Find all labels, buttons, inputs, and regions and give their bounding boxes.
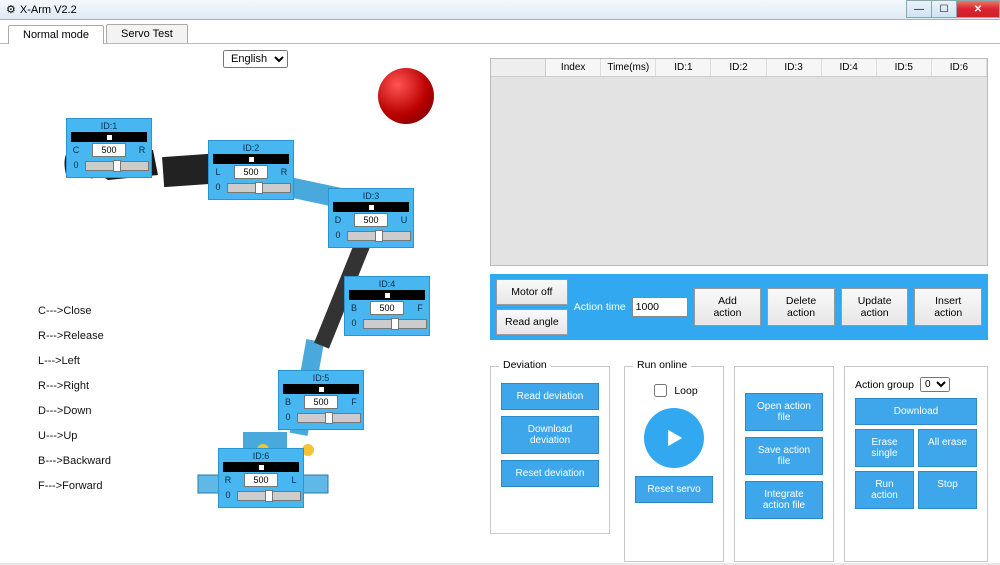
servo-2-value[interactable] — [234, 165, 268, 179]
run-action-button[interactable]: Run action — [855, 471, 914, 509]
run-online-group: Run online Loop Reset servo — [624, 366, 724, 562]
action-toolbar: Motor off Read angle Action time Add act… — [490, 274, 988, 340]
servo-id-label: ID:4 — [349, 279, 425, 289]
servo-2-slider[interactable] — [227, 183, 291, 193]
window-title: X-Arm V2.2 — [20, 4, 77, 16]
servo-id-label: ID:3 — [333, 191, 409, 201]
deviation-title: Deviation — [499, 359, 551, 371]
servo-5-slider[interactable] — [297, 413, 361, 423]
col-id2[interactable]: ID:2 — [711, 59, 766, 76]
minimize-button[interactable]: — — [906, 0, 932, 18]
action-time-label: Action time — [574, 301, 626, 313]
update-action-button[interactable]: Update action — [841, 288, 909, 326]
motor-off-button[interactable]: Motor off — [496, 279, 568, 305]
servo-id-label: ID:1 — [71, 121, 147, 131]
tab-bar: Normal mode Servo Test — [0, 20, 1000, 44]
action-table[interactable]: Index Time(ms) ID:1 ID:2 ID:3 ID:4 ID:5 … — [490, 58, 988, 266]
servo-control-3[interactable]: ID:3 DU 0 — [328, 188, 414, 248]
download-action-group-button[interactable]: Download — [855, 398, 977, 425]
servo-6-value[interactable] — [244, 473, 278, 487]
read-deviation-button[interactable]: Read deviation — [501, 383, 599, 410]
run-online-title: Run online — [633, 359, 691, 371]
servo-4-value[interactable] — [370, 301, 404, 315]
loop-checkbox-label[interactable]: Loop — [635, 381, 713, 400]
tab-normal-mode[interactable]: Normal mode — [8, 25, 104, 44]
servo-id-label: ID:5 — [283, 373, 359, 383]
servo-control-6[interactable]: ID:6 RL 0 — [218, 448, 304, 508]
servo-id-label: ID:2 — [213, 143, 289, 153]
col-id3[interactable]: ID:3 — [767, 59, 822, 76]
app-icon: ⚙ — [6, 3, 16, 16]
stop-button[interactable]: Stop — [918, 471, 977, 509]
action-group-label: Action group — [855, 379, 914, 391]
close-button[interactable]: ✕ — [956, 0, 1000, 18]
reset-deviation-button[interactable]: Reset deviation — [501, 460, 599, 487]
maximize-button[interactable]: ☐ — [931, 0, 957, 18]
servo-3-value[interactable] — [354, 213, 388, 227]
action-group-select[interactable]: 0 — [920, 377, 950, 392]
add-action-button[interactable]: Add action — [694, 288, 762, 326]
save-action-file-button[interactable]: Save action file — [745, 437, 823, 475]
loop-checkbox[interactable] — [654, 384, 667, 397]
col-id6[interactable]: ID:6 — [932, 59, 987, 76]
play-button[interactable] — [644, 408, 704, 468]
tab-servo-test[interactable]: Servo Test — [106, 24, 188, 43]
col-id5[interactable]: ID:5 — [877, 59, 932, 76]
window-titlebar: ⚙ X-Arm V2.2 — ☐ ✕ — [0, 0, 1000, 20]
servo-1-slider[interactable] — [85, 161, 149, 171]
servo-1-value[interactable] — [92, 143, 126, 157]
servo-id-label: ID:6 — [223, 451, 299, 461]
servo-6-slider[interactable] — [237, 491, 301, 501]
insert-action-button[interactable]: Insert action — [914, 288, 982, 326]
servo-5-value[interactable] — [304, 395, 338, 409]
all-erase-button[interactable]: All erase — [918, 429, 977, 467]
erase-single-button[interactable]: Erase single — [855, 429, 914, 467]
table-header-row: Index Time(ms) ID:1 ID:2 ID:3 ID:4 ID:5 … — [491, 59, 987, 77]
download-deviation-button[interactable]: Download deviation — [501, 416, 599, 454]
col-index[interactable]: Index — [546, 59, 601, 76]
integrate-action-file-button[interactable]: Integrate action file — [745, 481, 823, 519]
reset-servo-button[interactable]: Reset servo — [635, 476, 713, 503]
play-icon — [660, 424, 688, 452]
col-id4[interactable]: ID:4 — [822, 59, 877, 76]
servo-control-4[interactable]: ID:4 BF 0 — [344, 276, 430, 336]
deviation-group: Deviation Read deviation Download deviat… — [490, 366, 610, 534]
read-angle-button[interactable]: Read angle — [496, 309, 568, 335]
servo-4-slider[interactable] — [363, 319, 427, 329]
open-action-file-button[interactable]: Open action file — [745, 393, 823, 431]
col-time[interactable]: Time(ms) — [601, 59, 656, 76]
servo-control-1[interactable]: ID:1 CR 0 — [66, 118, 152, 178]
servo-3-slider[interactable] — [347, 231, 411, 241]
servo-control-5[interactable]: ID:5 BF 0 — [278, 370, 364, 430]
file-actions-group: Open action file Save action file Integr… — [734, 366, 834, 562]
language-select[interactable]: English — [223, 50, 288, 68]
action-time-input[interactable] — [632, 297, 688, 317]
action-group-panel: Action group 0 Download Erase single All… — [844, 366, 988, 562]
direction-legend: C--->Close R--->Release L--->Left R--->R… — [38, 299, 111, 499]
delete-action-button[interactable]: Delete action — [767, 288, 835, 326]
col-id1[interactable]: ID:1 — [656, 59, 711, 76]
servo-control-2[interactable]: ID:2 LR 0 — [208, 140, 294, 200]
